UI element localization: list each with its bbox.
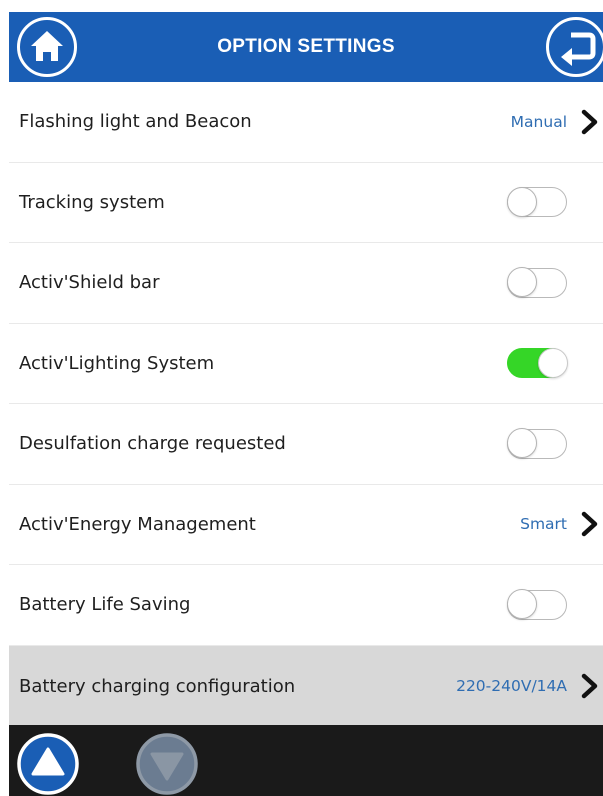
- row-label: Tracking system: [19, 191, 165, 213]
- row-label: Activ'Energy Management: [19, 513, 256, 535]
- toggle-knob: [506, 267, 537, 298]
- row-flashing-light[interactable]: Flashing light and Beacon Manual: [9, 82, 603, 163]
- row-label: Flashing light and Beacon: [19, 111, 252, 133]
- row-label: Battery Life Saving: [19, 594, 191, 616]
- desulfation-charge-toggle[interactable]: [506, 428, 567, 459]
- row-energy-management[interactable]: Activ'Energy Management Smart: [9, 484, 603, 565]
- row-lighting-system: Activ'Lighting System: [9, 323, 603, 404]
- row-value: 220-240V/14A: [456, 677, 567, 695]
- back-button[interactable]: [546, 17, 603, 77]
- toggle-knob: [506, 589, 537, 620]
- chevron-right-icon[interactable]: [579, 673, 601, 699]
- settings-list: Flashing light and Beacon Manual Trackin…: [9, 82, 603, 727]
- battery-life-saving-toggle[interactable]: [506, 589, 567, 620]
- chevron-right-icon[interactable]: [579, 109, 601, 135]
- app-header: OPTION SETTINGS: [9, 12, 603, 82]
- scroll-down-button[interactable]: [136, 733, 198, 795]
- triangle-up-icon: [17, 733, 79, 795]
- row-value: Manual: [510, 112, 567, 131]
- chevron-right-icon[interactable]: [579, 511, 601, 537]
- toggle-knob: [506, 186, 537, 217]
- return-arrow-icon: [561, 32, 596, 66]
- toggle-knob: [506, 428, 537, 459]
- row-label: Battery charging configuration: [19, 675, 296, 697]
- row-battery-charging-config[interactable]: Battery charging configuration 220-240V/…: [9, 645, 603, 727]
- row-battery-life-saving: Battery Life Saving: [9, 565, 603, 646]
- page-title: OPTION SETTINGS: [217, 36, 395, 57]
- footer-bar: [9, 725, 603, 796]
- row-label: Activ'Lighting System: [19, 352, 215, 374]
- row-shield-bar: Activ'Shield bar: [9, 243, 603, 324]
- tracking-system-toggle[interactable]: [506, 186, 567, 218]
- toggle-knob: [537, 347, 568, 378]
- shield-bar-toggle[interactable]: [506, 267, 567, 298]
- row-label: Activ'Shield bar: [19, 272, 160, 294]
- row-value: Smart: [520, 515, 567, 534]
- lighting-system-toggle[interactable]: [507, 347, 568, 379]
- row-desulfation-charge: Desulfation charge requested: [9, 404, 603, 485]
- row-label: Desulfation charge requested: [19, 433, 286, 455]
- triangle-down-icon: [136, 733, 198, 795]
- row-tracking-system: Tracking system: [9, 162, 603, 243]
- scroll-up-button[interactable]: [17, 733, 79, 795]
